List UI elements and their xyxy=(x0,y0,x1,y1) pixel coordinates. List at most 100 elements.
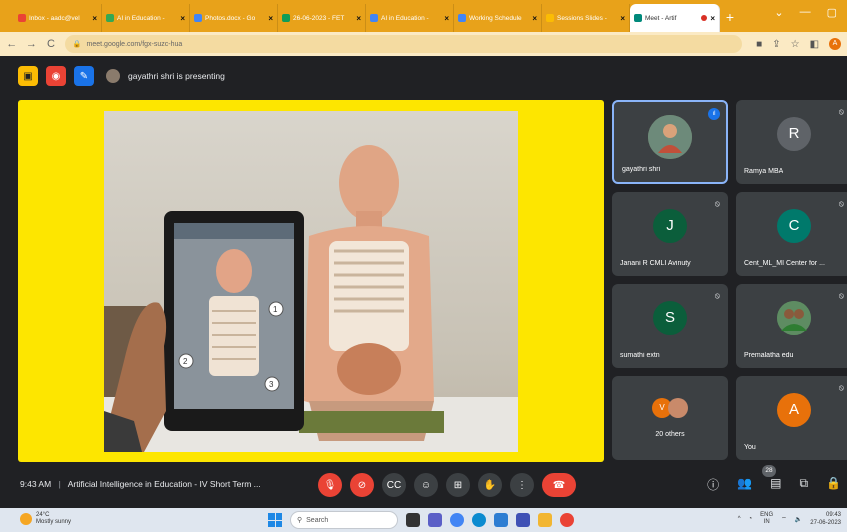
language-indicator[interactable]: ENG xyxy=(760,512,773,519)
reload-button[interactable]: C xyxy=(45,38,57,50)
close-tab-icon[interactable]: × xyxy=(268,14,273,23)
chrome-profile-icon[interactable] xyxy=(560,513,574,527)
avatar: J xyxy=(653,208,687,243)
close-tab-icon[interactable]: × xyxy=(532,14,537,23)
participant-tile[interactable]: ⦸ Premalatha edu xyxy=(736,284,847,368)
participant-name: gayathri shri xyxy=(622,166,661,173)
tab-search-icon[interactable]: ⌄ xyxy=(774,6,783,19)
tray-arrow-icon[interactable]: ^ xyxy=(738,516,741,522)
avatar: S xyxy=(653,300,687,335)
camera-toggle-button[interactable]: ⊘ xyxy=(350,473,374,497)
close-tab-icon[interactable]: × xyxy=(92,14,97,23)
address-bar[interactable]: 🔒 meet.google.com/fgx-suzc-hua xyxy=(64,35,743,53)
mic-toggle-button[interactable]: 🎙 xyxy=(318,473,342,497)
browser-tab[interactable]: AI in Education - × xyxy=(102,4,190,32)
tab-label: Working Schedule xyxy=(469,14,522,22)
volume-icon[interactable]: 🔈 xyxy=(795,516,802,523)
leave-call-button[interactable]: ☎ xyxy=(542,473,576,497)
browser-tab[interactable]: Inbox - aadc@vel × xyxy=(14,4,102,32)
tab-label: Photos.docx - Go xyxy=(205,14,256,22)
favicon-icon xyxy=(546,14,554,22)
side-panel-controls: ⓘ 👥 ▤ ⧉ 🔒 xyxy=(707,476,841,493)
present-icon[interactable]: ▣ xyxy=(18,66,38,86)
file-explorer-icon[interactable] xyxy=(538,513,552,527)
mic-off-icon: ⦸ xyxy=(838,199,844,208)
clock[interactable]: 09:43 27-06-2023 xyxy=(810,511,841,527)
participant-name: sumathi extn xyxy=(620,352,660,359)
close-tab-icon[interactable]: × xyxy=(710,14,715,23)
mic-off-icon: ⦸ xyxy=(714,291,720,300)
minimize-button[interactable]: — xyxy=(800,6,811,19)
others-avatars: V xyxy=(652,397,688,418)
avatar xyxy=(648,115,692,160)
anatomy-model-illustration: 1 2 3 xyxy=(104,145,444,452)
present-now-button[interactable]: ⊞ xyxy=(446,473,470,497)
self-tile[interactable]: ⦸ A You xyxy=(736,376,847,460)
participant-tile[interactable]: ⦸ J Janani R CMLI Avinuty xyxy=(612,192,728,276)
bookmark-star-icon[interactable]: ☆ xyxy=(791,39,800,50)
participant-tile[interactable]: ⦸ C Cent_ML_MI Center for ... xyxy=(736,192,847,276)
chrome-icon[interactable] xyxy=(450,513,464,527)
raise-hand-button[interactable]: ✋ xyxy=(478,473,502,497)
favicon-icon xyxy=(106,14,114,22)
store-icon[interactable] xyxy=(494,513,508,527)
sidebar-icon[interactable]: ◧ xyxy=(810,39,819,50)
edge-icon[interactable] xyxy=(472,513,486,527)
maximize-button[interactable]: ▢ xyxy=(827,6,837,19)
tab-label: Sessions Slides - xyxy=(557,14,607,22)
captions-button[interactable]: CC xyxy=(382,473,406,497)
record-icon[interactable]: ◉ xyxy=(46,66,66,86)
close-tab-icon[interactable]: × xyxy=(620,14,625,23)
svg-text:1: 1 xyxy=(273,305,278,314)
participant-name: Ramya MBA xyxy=(744,168,784,175)
browser-tab[interactable]: Photos.docx - Go × xyxy=(190,4,278,32)
host-controls-icon[interactable]: 🔒 xyxy=(826,476,841,493)
chat-app-icon[interactable] xyxy=(428,513,442,527)
profile-avatar[interactable]: A xyxy=(829,38,842,50)
people-icon[interactable]: 👥 xyxy=(737,476,752,493)
participant-tile[interactable]: ıl gayathri shri xyxy=(612,100,728,184)
meet-control-bar: 9:43 AM | Artificial Intelligence in Edu… xyxy=(0,462,847,508)
activities-icon[interactable]: ⧉ xyxy=(799,476,808,493)
temperature: 24°C xyxy=(36,512,50,518)
windows-start-icon[interactable] xyxy=(268,513,282,527)
recording-dot-icon xyxy=(701,15,708,21)
browser-tab[interactable]: Working Schedule × xyxy=(454,4,542,32)
search-icon: ⚲ xyxy=(297,517,303,524)
browser-toolbar: ← → C 🔒 meet.google.com/fgx-suzc-hua ■ ⇪… xyxy=(0,32,847,56)
clock-time: 09:43 xyxy=(825,512,841,518)
task-view-icon[interactable] xyxy=(406,513,420,527)
weather-widget[interactable]: 24°C Mostly sunny xyxy=(20,512,71,526)
camera-indicator-icon[interactable]: ■ xyxy=(756,39,762,50)
meeting-time: 9:43 AM xyxy=(20,479,52,489)
meet-icon xyxy=(634,14,642,22)
close-tab-icon[interactable]: × xyxy=(356,14,361,23)
browser-tab[interactable]: 26-06-2023 - FET × xyxy=(278,4,366,32)
close-tab-icon[interactable]: × xyxy=(444,14,449,23)
forward-button[interactable]: → xyxy=(26,38,38,50)
more-options-button[interactable]: ⋮ xyxy=(510,473,534,497)
participant-tile[interactable]: ⦸ S sumathi extn xyxy=(612,284,728,368)
others-tile[interactable]: V 20 others xyxy=(612,376,728,460)
back-button[interactable]: ← xyxy=(6,38,18,50)
share-icon[interactable]: ⇪ xyxy=(772,39,780,50)
app-icon[interactable] xyxy=(516,513,530,527)
new-tab-button[interactable]: + xyxy=(720,4,740,32)
chat-icon[interactable]: ▤ xyxy=(770,476,781,493)
notes-icon[interactable]: ✎ xyxy=(74,66,94,86)
taskbar-apps: ⚲ Search xyxy=(268,511,574,529)
browser-tab-strip: Inbox - aadc@vel × AI in Education - × Photo… xyxy=(0,0,847,32)
network-icon[interactable]: ◔ xyxy=(749,516,753,522)
avatar: A xyxy=(777,392,811,427)
emoji-button[interactable]: ☺ xyxy=(414,473,438,497)
presenting-text: gayathri shri is presenting xyxy=(128,71,225,81)
browser-tab[interactable]: Sessions Slides - × xyxy=(542,4,630,32)
browser-tab[interactable]: AI in Education - × xyxy=(366,4,454,32)
taskbar-search[interactable]: ⚲ Search xyxy=(290,511,398,529)
tab-google-meet[interactable]: Meet - Artif × xyxy=(630,4,720,32)
info-icon[interactable]: ⓘ xyxy=(707,476,719,493)
mic-off-icon: ⦸ xyxy=(838,383,844,392)
wifi-icon[interactable]: ⌔ xyxy=(781,515,787,523)
close-tab-icon[interactable]: × xyxy=(180,14,185,23)
participant-tile[interactable]: ⦸ R Ramya MBA xyxy=(736,100,847,184)
